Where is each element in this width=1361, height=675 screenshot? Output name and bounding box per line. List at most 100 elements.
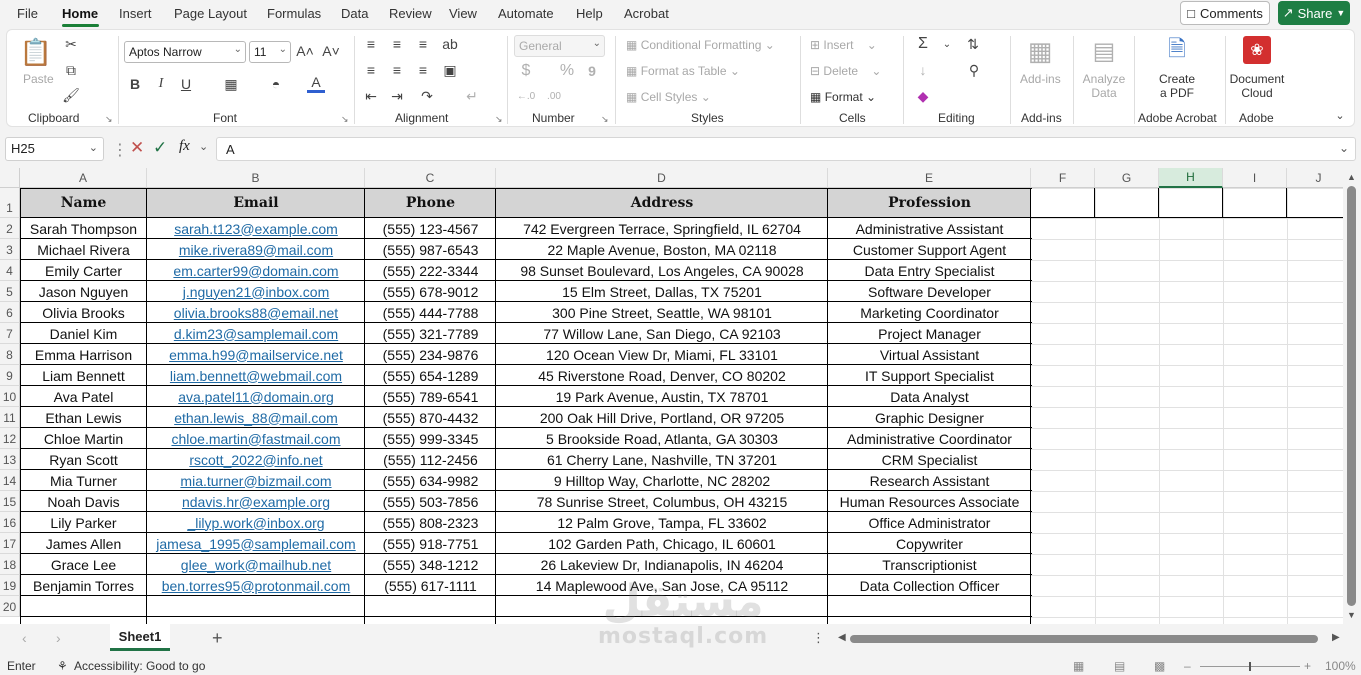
insert-cells-button[interactable]: ⊞ Insert ⌄ [810,38,877,52]
orientation-icon[interactable]: ab [441,36,459,52]
phone-cell[interactable]: (555) 444-7788 [365,302,496,323]
row-header-16[interactable]: 16 [0,512,20,533]
menu-help[interactable]: Help [576,6,603,21]
email-cell[interactable]: _lilyp.work@inbox.org [147,512,365,533]
row-header-7[interactable]: 7 [0,323,20,344]
email-cell[interactable]: jamesa_1995@samplemail.com [147,533,365,554]
name-cell[interactable]: Daniel Kim [20,323,147,344]
add-ins-button[interactable]: Add-ins [1020,72,1061,86]
formula-input[interactable]: A ⌄ [216,137,1356,161]
wrap-text-icon[interactable]: ↵ [457,88,487,104]
number-format-select[interactable]: General ⌄ [514,35,605,57]
name-cell[interactable]: Jason Nguyen [20,281,147,302]
page-layout-view-icon[interactable]: ▤ [1114,659,1125,673]
dialog-launcher-icon[interactable]: ↘ [495,114,503,125]
increase-decimal-icon[interactable]: ←.0 [515,87,537,105]
scroll-left-icon[interactable]: ◀ [838,632,846,643]
profession-cell[interactable]: CRM Specialist [828,449,1031,470]
next-sheet-icon[interactable]: › [56,630,61,646]
increase-font-icon[interactable]: A˄ [296,42,314,60]
address-cell[interactable]: 200 Oak Hill Drive, Portland, OR 97205 [496,407,828,428]
format-painter-icon[interactable]: 🖌 [62,87,80,103]
align-middle-icon[interactable]: ≡ [389,36,405,52]
row-header-12[interactable]: 12 [0,428,20,449]
select-all-corner[interactable] [0,168,20,188]
find-select-icon[interactable]: ⚲ [965,61,983,79]
font-size-select[interactable]: 11 ⌄ [249,41,291,63]
profession-cell[interactable]: Copywriter [828,533,1031,554]
header-cell-phone[interactable]: Phone [365,188,496,218]
more-icon[interactable]: ⋮ [812,630,825,646]
add-ins-icon[interactable]: ▦ [1026,36,1054,66]
menu-formulas[interactable]: Formulas [267,6,321,21]
row-header-2[interactable]: 2 [0,218,20,239]
column-header-a[interactable]: A [20,168,147,188]
create-pdf-icon[interactable]: 🗎 [1163,36,1191,66]
delete-cells-button[interactable]: ⊟ Delete ⌄ [810,64,881,78]
horizontal-scrollbar[interactable]: ◀ ▶ [838,632,1343,644]
cancel-icon[interactable]: ✕ [130,138,144,158]
name-cell[interactable]: Emma Harrison [20,344,147,365]
name-cell[interactable]: Chloe Martin [20,428,147,449]
row-header-15[interactable]: 15 [0,491,20,512]
row-header-8[interactable]: 8 [0,344,20,365]
currency-button[interactable]: $ [516,62,536,80]
fill-icon[interactable]: ↓ [915,61,931,79]
column-header-j[interactable]: J [1287,168,1351,188]
create-pdf-button[interactable]: Create a PDF [1154,72,1200,100]
row-header-5[interactable]: 5 [0,281,20,302]
address-cell[interactable]: 98 Sunset Boulevard, Los Angeles, CA 900… [496,260,828,281]
menu-data[interactable]: Data [341,6,368,21]
email-cell[interactable]: d.kim23@samplemail.com [147,323,365,344]
page-break-view-icon[interactable]: ▩ [1154,659,1165,673]
row-header-10[interactable]: 10 [0,386,20,407]
column-header-d[interactable]: D [496,168,828,188]
acrobat-icon[interactable]: ❀ [1243,36,1271,64]
align-bottom-icon[interactable]: ≡ [415,36,431,52]
fill-color-icon[interactable]: ◓ [267,75,285,93]
name-cell[interactable]: Lily Parker [20,512,147,533]
increase-indent-icon[interactable]: ⇥ [389,88,405,104]
name-cell[interactable]: Ethan Lewis [20,407,147,428]
scroll-thumb[interactable] [850,635,1318,643]
font-color-icon[interactable]: A [307,73,325,93]
phone-cell[interactable]: (555) 999-3345 [365,428,496,449]
dialog-launcher-icon[interactable]: ↘ [601,114,609,125]
profession-cell[interactable]: Office Administrator [828,512,1031,533]
phone-cell[interactable]: (555) 678-9012 [365,281,496,302]
zoom-in-icon[interactable]: + [1304,659,1311,673]
phone-cell[interactable]: (555) 808-2323 [365,512,496,533]
name-cell[interactable]: Ava Patel [20,386,147,407]
email-cell[interactable]: rscott_2022@info.net [147,449,365,470]
zoom-level[interactable]: 100% [1325,659,1356,673]
name-cell[interactable]: Olivia Brooks [20,302,147,323]
font-name-select[interactable]: Aptos Narrow ⌄ [124,41,246,63]
address-cell[interactable]: 300 Pine Street, Seattle, WA 98101 [496,302,828,323]
name-cell[interactable]: James Allen [20,533,147,554]
email-cell[interactable]: j.nguyen21@inbox.com [147,281,365,302]
address-cell[interactable]: 15 Elm Street, Dallas, TX 75201 [496,281,828,302]
name-cell[interactable]: Sarah Thompson [20,218,147,239]
email-cell[interactable]: em.carter99@domain.com [147,260,365,281]
email-cell[interactable]: mia.turner@bizmail.com [147,470,365,491]
column-header-h[interactable]: H [1159,168,1223,188]
scroll-thumb[interactable] [1347,186,1356,606]
clear-icon[interactable]: ◆ [915,87,931,105]
phone-cell[interactable]: (555) 634-9982 [365,470,496,491]
text-direction-icon[interactable]: ↷ [417,88,437,104]
format-cells-button[interactable]: ▦ Format ⌄ [810,90,876,104]
share-button[interactable]: ↗ Share ▼ [1278,1,1350,25]
name-cell[interactable]: Noah Davis [20,491,147,512]
phone-cell[interactable]: (555) 321-7789 [365,323,496,344]
zoom-slider[interactable] [1200,662,1300,671]
row-header-3[interactable]: 3 [0,239,20,260]
phone-cell[interactable]: (555) 234-9876 [365,344,496,365]
row-header-19[interactable]: 19 [0,575,20,596]
row-header-20[interactable]: 20 [0,596,20,617]
paste-icon[interactable]: 📋 [20,36,52,68]
phone-cell[interactable]: (555) 987-6543 [365,239,496,260]
sheet-tab-sheet1[interactable]: Sheet1 [110,624,170,651]
borders-icon[interactable]: ▦ [222,75,240,93]
header-cell-profession[interactable]: Profession [828,188,1031,218]
address-cell[interactable]: 19 Park Avenue, Austin, TX 78701 [496,386,828,407]
